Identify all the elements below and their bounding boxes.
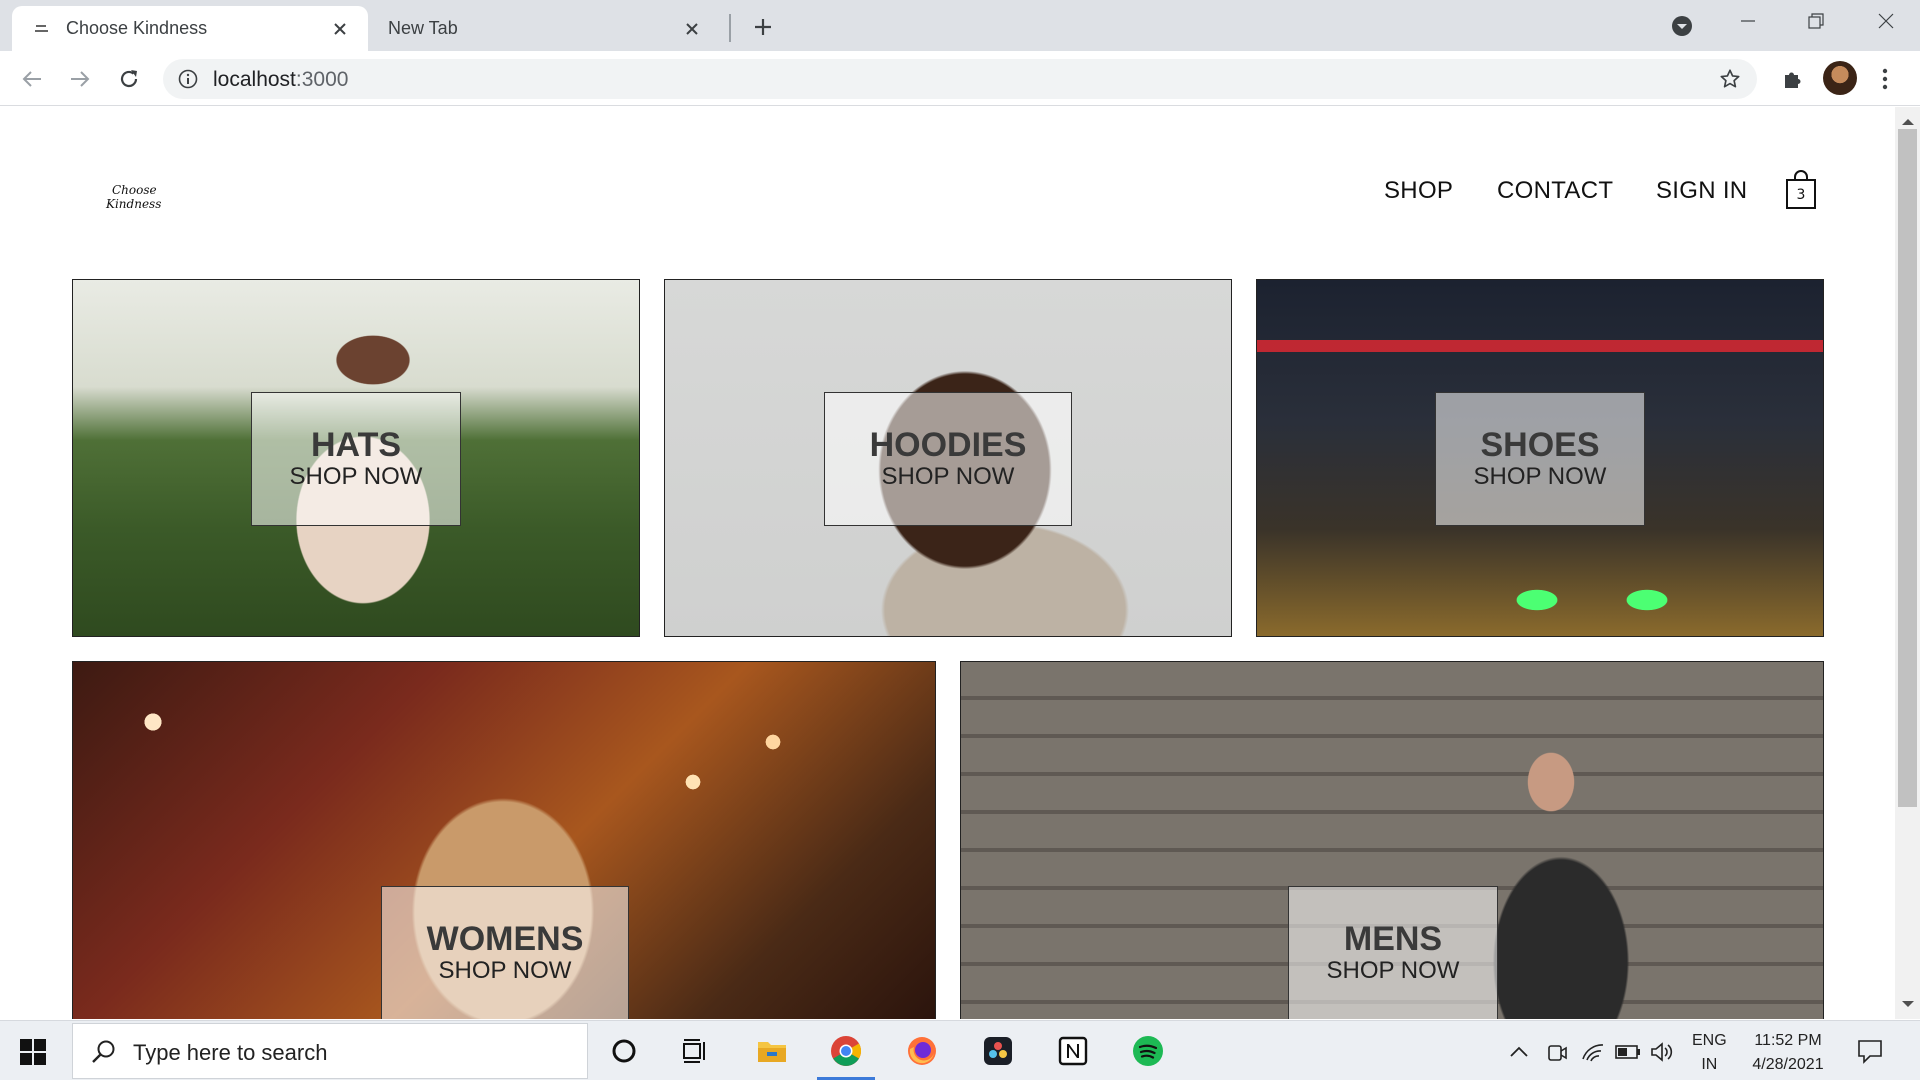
language-region: IN [1701, 1056, 1718, 1073]
minimize-window-icon[interactable] [1728, 6, 1768, 36]
nav-link-shop[interactable]: SHOP [1384, 177, 1453, 205]
category-label-box[interactable]: SHOES SHOP NOW [1435, 392, 1645, 526]
shop-now-label: SHOP NOW [881, 463, 1015, 490]
category-label-box[interactable]: MENS SHOP NOW [1288, 886, 1498, 1019]
category-label-box[interactable]: HOODIES SHOP NOW [824, 392, 1072, 526]
clock-date: 4/28/2021 [1752, 1056, 1824, 1073]
site-info-icon[interactable] [177, 68, 199, 90]
nav-link-contact[interactable]: CONTACT [1497, 177, 1613, 205]
action-center-notification-icon[interactable] [1856, 1037, 1884, 1065]
windows-start-icon[interactable] [20, 1039, 46, 1065]
tab-search-icon[interactable] [1668, 12, 1696, 40]
profile-avatar[interactable] [1823, 61, 1857, 95]
davinci-resolve-icon[interactable] [978, 1031, 1018, 1071]
extensions-puzzle-icon[interactable] [1776, 63, 1808, 95]
site-logo[interactable]: Choose Kindness [106, 183, 166, 223]
category-tile-shoes[interactable]: SHOES SHOP NOW [1256, 279, 1824, 637]
show-hidden-icons-chevron-icon[interactable] [1506, 1039, 1532, 1065]
category-title: HATS [310, 426, 402, 464]
shop-now-label: SHOP NOW [1473, 463, 1607, 490]
category-tile-mens[interactable]: MENS SHOP NOW [960, 661, 1824, 1019]
scrollbar-thumb[interactable] [1898, 129, 1917, 807]
chrome-icon[interactable] [826, 1031, 866, 1071]
page-viewport: Choose Kindness SHOP CONTACT SIGN IN 3 H… [0, 107, 1920, 1019]
firefox-icon[interactable] [902, 1031, 942, 1071]
category-title: SHOES [1480, 426, 1600, 464]
shopping-bag-button[interactable]: 3 [1784, 170, 1818, 210]
tab-separator [729, 14, 731, 42]
address-bar[interactable]: localhost:3000 [163, 59, 1757, 99]
meet-now-icon[interactable] [1544, 1039, 1570, 1065]
logo-line-1: Choose [112, 183, 157, 197]
category-title: HOODIES [869, 426, 1027, 464]
search-icon [91, 1039, 117, 1065]
back-arrow-icon[interactable] [15, 62, 49, 96]
taskbar-search-box[interactable]: Type here to search [72, 1023, 588, 1079]
tab-label: Choose Kindness [66, 18, 208, 38]
language-code: ENG [1692, 1032, 1727, 1049]
cortana-icon[interactable] [604, 1031, 644, 1071]
url-text: localhost:3000 [213, 68, 348, 92]
close-tab-icon[interactable] [680, 17, 704, 41]
shop-now-label: SHOP NOW [438, 957, 572, 984]
spotify-icon[interactable] [1128, 1031, 1168, 1071]
bookmark-star-icon[interactable] [1717, 66, 1743, 92]
category-title: WOMENS [426, 920, 584, 958]
url-host: localhost [213, 68, 296, 91]
wifi-icon[interactable] [1580, 1039, 1606, 1065]
page-scrollbar[interactable] [1895, 107, 1920, 1019]
clock-time: 11:52 PM [1754, 1032, 1822, 1049]
browser-toolbar: localhost:3000 [0, 51, 1920, 106]
task-view-icon[interactable] [676, 1031, 716, 1071]
tab-label: New Tab [388, 18, 458, 38]
forward-arrow-icon[interactable] [63, 62, 97, 96]
category-tile-womens[interactable]: WOMENS SHOP NOW [72, 661, 936, 1019]
category-title: MENS [1343, 920, 1443, 958]
taskbar-search-placeholder: Type here to search [133, 1040, 328, 1065]
battery-icon[interactable] [1615, 1039, 1641, 1065]
windows-taskbar: Type here to search ENG IN 11:52 PM 4/28… [0, 1020, 1920, 1080]
system-clock[interactable]: 11:52 PM 4/28/2021 [1746, 1029, 1830, 1077]
notion-icon[interactable] [1053, 1031, 1093, 1071]
restore-window-icon[interactable] [1796, 6, 1836, 36]
shop-now-label: SHOP NOW [289, 463, 423, 490]
close-window-icon[interactable] [1866, 6, 1906, 36]
category-tile-hats[interactable]: HATS SHOP NOW [72, 279, 640, 637]
volume-speaker-icon[interactable] [1649, 1039, 1675, 1065]
category-label-box[interactable]: HATS SHOP NOW [251, 392, 461, 526]
logo-line-2: Kindness [106, 197, 162, 211]
nav-link-sign-in[interactable]: SIGN IN [1656, 177, 1747, 205]
cart-item-count: 3 [1796, 187, 1806, 203]
scroll-down-arrow-icon[interactable] [1901, 995, 1915, 1013]
tab-new-tab[interactable]: New Tab [372, 6, 720, 51]
site-favicon-icon [32, 19, 52, 39]
tab-choose-kindness[interactable]: Choose Kindness [12, 6, 368, 51]
category-label-box[interactable]: WOMENS SHOP NOW [381, 886, 629, 1019]
chrome-menu-kebab-icon[interactable] [1872, 63, 1898, 95]
category-tile-hoodies[interactable]: HOODIES SHOP NOW [664, 279, 1232, 637]
close-tab-icon[interactable] [328, 17, 352, 41]
input-language-indicator[interactable]: ENG IN [1692, 1029, 1727, 1077]
reload-icon[interactable] [112, 62, 146, 96]
new-tab-plus-icon[interactable] [748, 12, 778, 42]
browser-tab-strip: Choose Kindness New Tab [0, 0, 1920, 51]
file-explorer-icon[interactable] [752, 1031, 792, 1071]
shop-now-label: SHOP NOW [1326, 957, 1460, 984]
url-port: :3000 [295, 68, 349, 91]
